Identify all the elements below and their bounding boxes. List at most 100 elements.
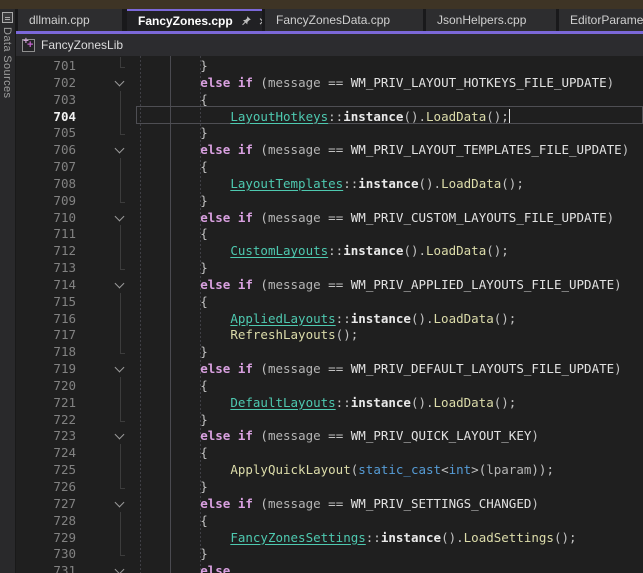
- code-text: FancyZonesSettings::instance().LoadSetti…: [140, 530, 577, 545]
- code-line-715[interactable]: 715 {: [16, 293, 643, 310]
- line-number: 716: [16, 311, 76, 326]
- code-line-711[interactable]: 711 {: [16, 225, 643, 242]
- line-number: 703: [16, 92, 76, 107]
- data-sources-side-tab[interactable]: Data Sources: [0, 9, 16, 573]
- code-line-724[interactable]: 724 {: [16, 444, 643, 461]
- code-line-719[interactable]: 719 else if (message == WM_PRIV_DEFAULT_…: [16, 360, 643, 377]
- code-text: }: [140, 125, 208, 140]
- code-line-704[interactable]: 704 LayoutHotkeys::instance().LoadData()…: [16, 108, 643, 125]
- tab-label: EditorParamete: [570, 13, 643, 27]
- fold-guide: [112, 545, 128, 562]
- code-line-706[interactable]: 706 else if (message == WM_PRIV_LAYOUT_T…: [16, 141, 643, 158]
- code-line-707[interactable]: 707 {: [16, 158, 643, 175]
- code-text: else if (message == WM_PRIV_CUSTOM_LAYOU…: [140, 210, 614, 225]
- code-line-714[interactable]: 714 else if (message == WM_PRIV_APPLIED_…: [16, 276, 643, 293]
- code-text: LayoutTemplates::instance().LoadData();: [140, 176, 524, 191]
- line-number: 705: [16, 125, 76, 140]
- code-text: ApplyQuickLayout(static_cast<int>(lparam…: [140, 462, 554, 477]
- code-text: }: [140, 344, 208, 359]
- line-number: 721: [16, 395, 76, 410]
- line-number: 702: [16, 75, 76, 90]
- code-line-712[interactable]: 712 CustomLayouts::instance().LoadData()…: [16, 242, 643, 259]
- code-line-722[interactable]: 722 }: [16, 411, 643, 428]
- line-number: 713: [16, 260, 76, 275]
- line-number: 729: [16, 530, 76, 545]
- document-tab-bar: dllmain.cpp FancyZones.cpp× FancyZonesData…: [16, 9, 643, 31]
- code-text: {: [140, 445, 208, 460]
- line-number: 720: [16, 378, 76, 393]
- code-line-717[interactable]: 717 RefreshLayouts();: [16, 326, 643, 343]
- line-number: 711: [16, 226, 76, 241]
- data-sources-icon: [2, 12, 13, 23]
- code-line-710[interactable]: 710 else if (message == WM_PRIV_CUSTOM_L…: [16, 209, 643, 226]
- code-line-725[interactable]: 725 ApplyQuickLayout(static_cast<int>(lp…: [16, 461, 643, 478]
- code-editor[interactable]: 701 }702 else if (message == WM_PRIV_LAY…: [16, 56, 643, 573]
- code-line-720[interactable]: 720 {: [16, 377, 643, 394]
- pin-icon[interactable]: [240, 15, 252, 27]
- close-icon[interactable]: ×: [259, 14, 262, 28]
- project-dropdown[interactable]: FancyZonesLib: [41, 38, 123, 52]
- code-text: RefreshLayouts();: [140, 327, 358, 342]
- tab-fancyzonesdata-cpp[interactable]: FancyZonesData.cpp: [265, 9, 423, 31]
- code-line-728[interactable]: 728 {: [16, 512, 643, 529]
- code-text: else if (message == WM_PRIV_APPLIED_LAYO…: [140, 277, 622, 292]
- tab-label: dllmain.cpp: [29, 13, 90, 27]
- code-line-716[interactable]: 716 AppliedLayouts::instance().LoadData(…: [16, 310, 643, 327]
- line-number: 704: [16, 109, 76, 124]
- code-line-726[interactable]: 726 }: [16, 478, 643, 495]
- fold-chevron-icon[interactable]: [112, 427, 128, 444]
- code-line-713[interactable]: 713 }: [16, 259, 643, 276]
- code-line-727[interactable]: 727 else if (message == WM_PRIV_SETTINGS…: [16, 495, 643, 512]
- fold-chevron-icon[interactable]: [112, 562, 128, 573]
- code-line-708[interactable]: 708 LayoutTemplates::instance().LoadData…: [16, 175, 643, 192]
- code-line-702[interactable]: 702 else if (message == WM_PRIV_LAYOUT_H…: [16, 74, 643, 91]
- line-number: 725: [16, 462, 76, 477]
- fold-chevron-icon[interactable]: [112, 209, 128, 226]
- tab-dllmain-cpp[interactable]: dllmain.cpp: [18, 9, 122, 31]
- code-line-723[interactable]: 723 else if (message == WM_PRIV_QUICK_LA…: [16, 427, 643, 444]
- line-number: 726: [16, 479, 76, 494]
- fold-guide: [112, 394, 128, 411]
- tab-label: FancyZonesData.cpp: [276, 13, 390, 27]
- code-line-709[interactable]: 709 }: [16, 192, 643, 209]
- code-line-730[interactable]: 730 }: [16, 545, 643, 562]
- vs-editor-window: Data Sources dllmain.cpp FancyZones.cpp× F…: [0, 0, 643, 573]
- line-number: 706: [16, 142, 76, 157]
- fold-guide: [112, 192, 128, 209]
- line-number: 722: [16, 412, 76, 427]
- tab-fancyzones-cpp[interactable]: FancyZones.cpp×: [127, 9, 262, 31]
- fold-guide: [112, 478, 128, 495]
- code-line-701[interactable]: 701 }: [16, 57, 643, 74]
- document-area: dllmain.cpp FancyZones.cpp× FancyZonesData…: [16, 9, 643, 573]
- code-text: CustomLayouts::instance().LoadData();: [140, 243, 509, 258]
- fold-chevron-icon[interactable]: [112, 141, 128, 158]
- code-line-731[interactable]: 731 else: [16, 562, 643, 573]
- code-line-729[interactable]: 729 FancyZonesSettings::instance().LoadS…: [16, 529, 643, 546]
- line-number: 718: [16, 344, 76, 359]
- line-number: 717: [16, 327, 76, 342]
- fold-guide: [112, 91, 128, 108]
- line-number: 714: [16, 277, 76, 292]
- code-text: DefaultLayouts::instance().LoadData();: [140, 395, 516, 410]
- code-text: else if (message == WM_PRIV_QUICK_LAYOUT…: [140, 428, 539, 443]
- tab-jsonhelpers-cpp[interactable]: JsonHelpers.cpp: [426, 9, 556, 31]
- cpp-project-icon: ++: [22, 39, 35, 52]
- code-line-718[interactable]: 718 }: [16, 343, 643, 360]
- code-text: {: [140, 226, 208, 241]
- fold-chevron-icon[interactable]: [112, 495, 128, 512]
- code-line-721[interactable]: 721 DefaultLayouts::instance().LoadData(…: [16, 394, 643, 411]
- code-text: {: [140, 513, 208, 528]
- fold-chevron-icon[interactable]: [112, 276, 128, 293]
- line-number: 708: [16, 176, 76, 191]
- line-number: 728: [16, 513, 76, 528]
- code-text: else: [140, 563, 230, 573]
- fold-chevron-icon[interactable]: [112, 74, 128, 91]
- code-text: AppliedLayouts::instance().LoadData();: [140, 311, 516, 326]
- code-line-705[interactable]: 705 }: [16, 124, 643, 141]
- tab-editorparamete[interactable]: EditorParamete: [559, 9, 643, 31]
- toolbar-edge-strip: [0, 0, 643, 9]
- code-text: else if (message == WM_PRIV_SETTINGS_CHA…: [140, 496, 539, 511]
- code-text: {: [140, 378, 208, 393]
- fold-guide: [112, 326, 128, 343]
- fold-chevron-icon[interactable]: [112, 360, 128, 377]
